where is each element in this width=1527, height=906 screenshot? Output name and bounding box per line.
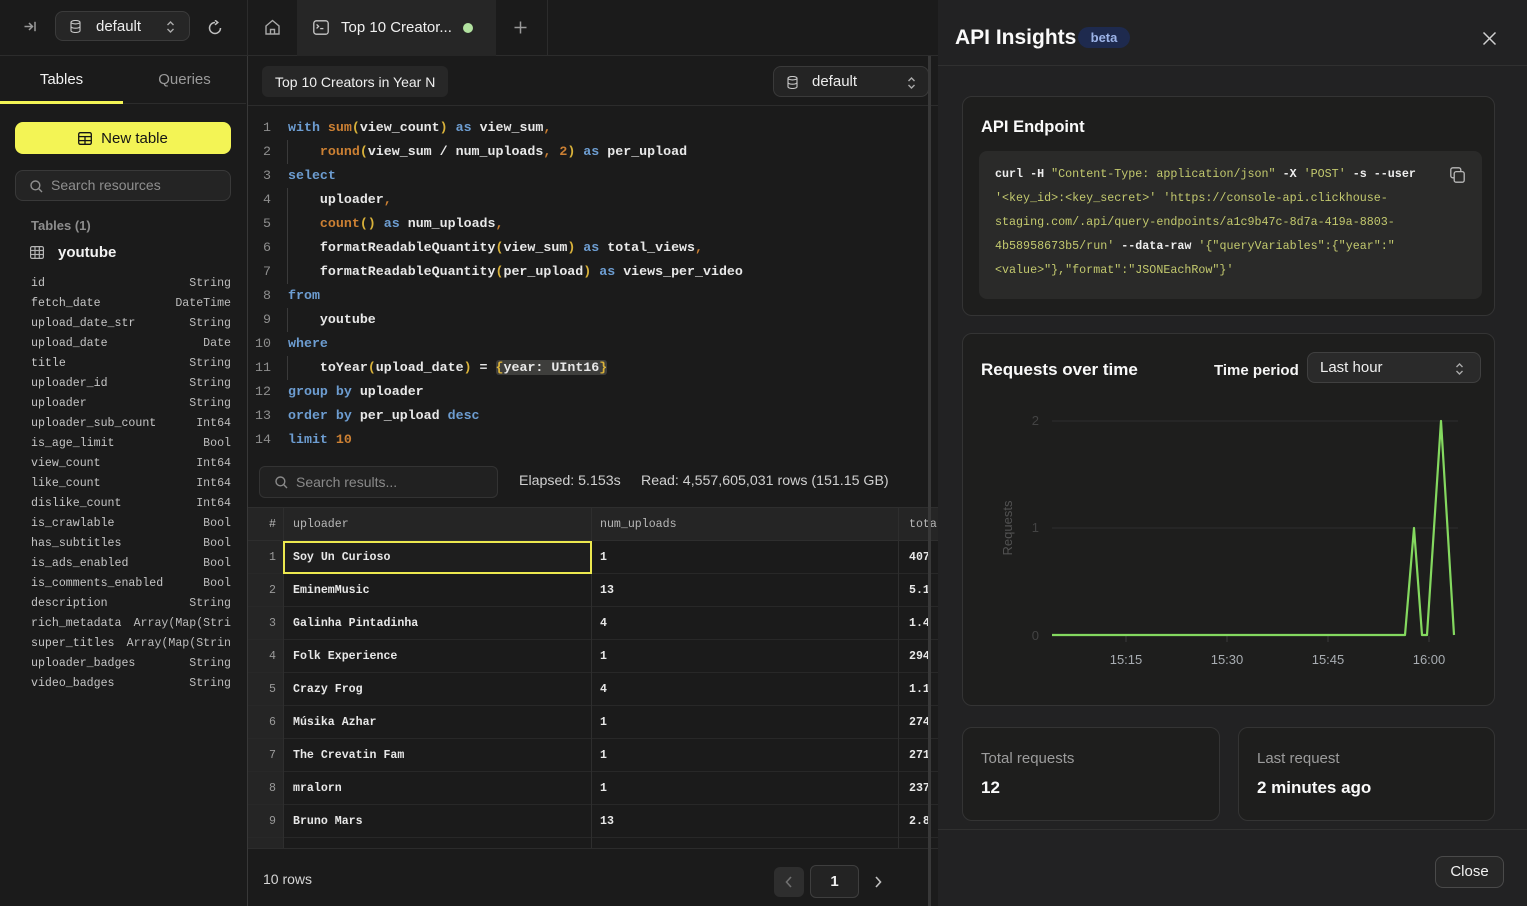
svg-text:0: 0 (1032, 628, 1039, 643)
svg-text:2: 2 (1032, 413, 1039, 428)
svg-text:15:30: 15:30 (1211, 652, 1244, 667)
svg-text:1: 1 (1032, 520, 1039, 535)
svg-text:15:45: 15:45 (1312, 652, 1345, 667)
svg-text:15:15: 15:15 (1110, 652, 1143, 667)
svg-text:16:00: 16:00 (1413, 652, 1446, 667)
svg-text:Requests: Requests (1000, 500, 1015, 555)
